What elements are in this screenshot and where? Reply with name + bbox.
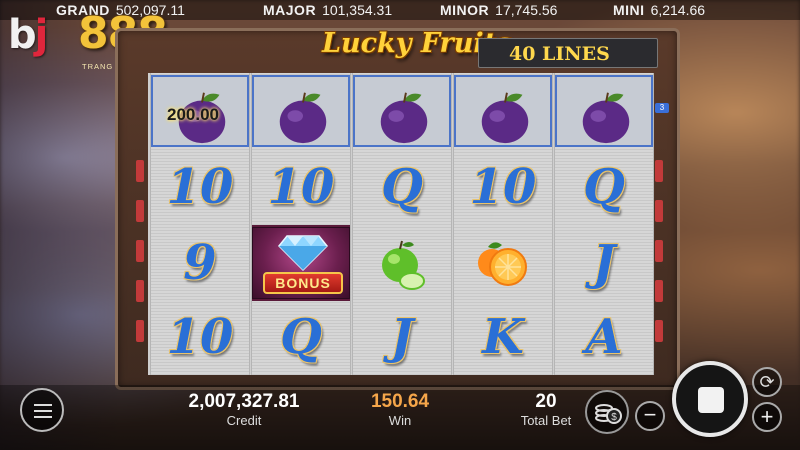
symbol-a: A <box>585 309 623 365</box>
symbol-9: 9 <box>183 235 217 291</box>
side-tab <box>655 240 663 262</box>
reel-cell: 10 <box>252 149 350 225</box>
total-bet-value: 20 <box>535 391 557 412</box>
reel-grid: 200.00 10 9 10 10 BONUS Q Q J 10 K Q J A <box>148 73 654 375</box>
logo-bj: bj <box>8 12 48 58</box>
credit-display: 2,007,327.81 Credit <box>176 391 312 428</box>
reel-cell: 10 <box>151 149 249 225</box>
credit-label: Credit <box>226 413 262 428</box>
jackpot-major-value: 101,354.31 <box>322 2 393 18</box>
side-tab <box>655 320 663 342</box>
total-bet-label: Total Bet <box>520 413 572 428</box>
symbol-q: Q <box>381 159 423 215</box>
reel-cell-bonus: BONUS <box>252 225 350 301</box>
hamburger-icon <box>34 404 52 406</box>
lines-indicator: 40 LINES <box>478 38 658 68</box>
logo-bj-text: bj <box>8 12 48 58</box>
credit-value: 2,007,327.81 <box>188 391 300 412</box>
symbol-10: 10 <box>469 159 537 215</box>
reel-cell: A <box>555 299 653 375</box>
reel-cell: Q <box>252 299 350 375</box>
symbol-j: J <box>592 235 616 291</box>
win-amount-label: 200.00 <box>167 105 219 124</box>
symbol-k: K <box>482 309 524 365</box>
jackpot-major: MAJOR 101,354.31 <box>263 2 392 18</box>
reel-cell-plum <box>555 75 653 147</box>
reel-4: 10 K <box>453 73 553 375</box>
reel-cell: Q <box>555 149 653 225</box>
lines-label: 40 LINES <box>509 43 610 65</box>
side-tab <box>136 280 144 302</box>
reel-1: 200.00 10 9 10 <box>150 73 250 375</box>
side-tab <box>655 160 663 182</box>
green-apple-icon <box>382 240 425 290</box>
win-value: 150.64 <box>370 391 430 412</box>
svg-text:$: $ <box>611 412 617 423</box>
reel-cell: 10 <box>454 149 552 225</box>
payline-marker: 3 <box>655 103 669 113</box>
side-tab <box>136 320 144 342</box>
reel-3: Q J <box>352 73 452 375</box>
reel-cell <box>353 225 451 301</box>
symbol-10: 10 <box>267 159 335 215</box>
bonus-label: BONUS <box>263 272 343 294</box>
plum-icon <box>481 92 529 144</box>
autoplay-button[interactable]: ⟳ <box>752 367 782 397</box>
hamburger-icon-line <box>34 416 52 418</box>
jackpot-minor-value: 17,745.56 <box>495 2 558 18</box>
jackpot-minor-label: MINOR <box>440 2 490 18</box>
total-bet-display: 20 Total Bet <box>510 391 582 428</box>
side-tab <box>136 160 144 182</box>
symbol-10: 10 <box>166 309 234 365</box>
plum-icon <box>582 92 630 144</box>
jackpot-mini-label: MINI <box>613 2 645 18</box>
increase-bet-button[interactable]: + <box>752 402 782 432</box>
orange-icon <box>478 242 527 286</box>
win-display: 150.64 Win <box>356 391 444 428</box>
side-tab <box>655 200 663 222</box>
jackpot-minor: MINOR 17,745.56 <box>440 2 557 18</box>
win-label: Win <box>388 413 412 428</box>
hamburger-icon-line <box>34 410 52 412</box>
symbol-q: Q <box>583 159 625 215</box>
bonus-symbol: BONUS <box>252 227 350 299</box>
reel-5: Q J A <box>554 73 654 375</box>
side-tab <box>136 200 144 222</box>
coins-icon: $ <box>595 404 622 424</box>
reel-2: 10 BONUS Q <box>251 73 351 375</box>
side-tab <box>136 240 144 262</box>
stop-icon <box>698 387 724 413</box>
symbol-10: 10 <box>166 159 234 215</box>
reel-cell: J <box>555 225 653 301</box>
reel-cell-plum <box>252 75 350 147</box>
jackpot-major-label: MAJOR <box>263 2 317 18</box>
reel-cell-plum <box>353 75 451 147</box>
menu-button[interactable] <box>20 388 64 432</box>
side-tab <box>655 280 663 302</box>
coin-settings-button[interactable]: $ <box>585 390 629 434</box>
jackpot-mini: MINI 6,214.66 <box>613 2 705 18</box>
reel-cell-plum <box>454 75 552 147</box>
diamond-icon <box>277 235 329 272</box>
plum-icon <box>380 92 428 144</box>
reel-cell: K <box>454 299 552 375</box>
symbol-q: Q <box>280 309 322 365</box>
symbol-j: J <box>390 309 414 365</box>
reel-cell: 9 <box>151 225 249 301</box>
spin-stop-button[interactable] <box>672 361 748 437</box>
reel-cell-plum: 200.00 <box>151 75 249 147</box>
jackpot-mini-value: 6,214.66 <box>650 2 706 18</box>
reel-cell: Q <box>353 149 451 225</box>
decrease-bet-button[interactable]: − <box>635 401 665 431</box>
reel-cell: 10 <box>151 299 249 375</box>
reel-cell: J <box>353 299 451 375</box>
plum-icon <box>279 92 327 144</box>
reel-cell <box>454 225 552 301</box>
